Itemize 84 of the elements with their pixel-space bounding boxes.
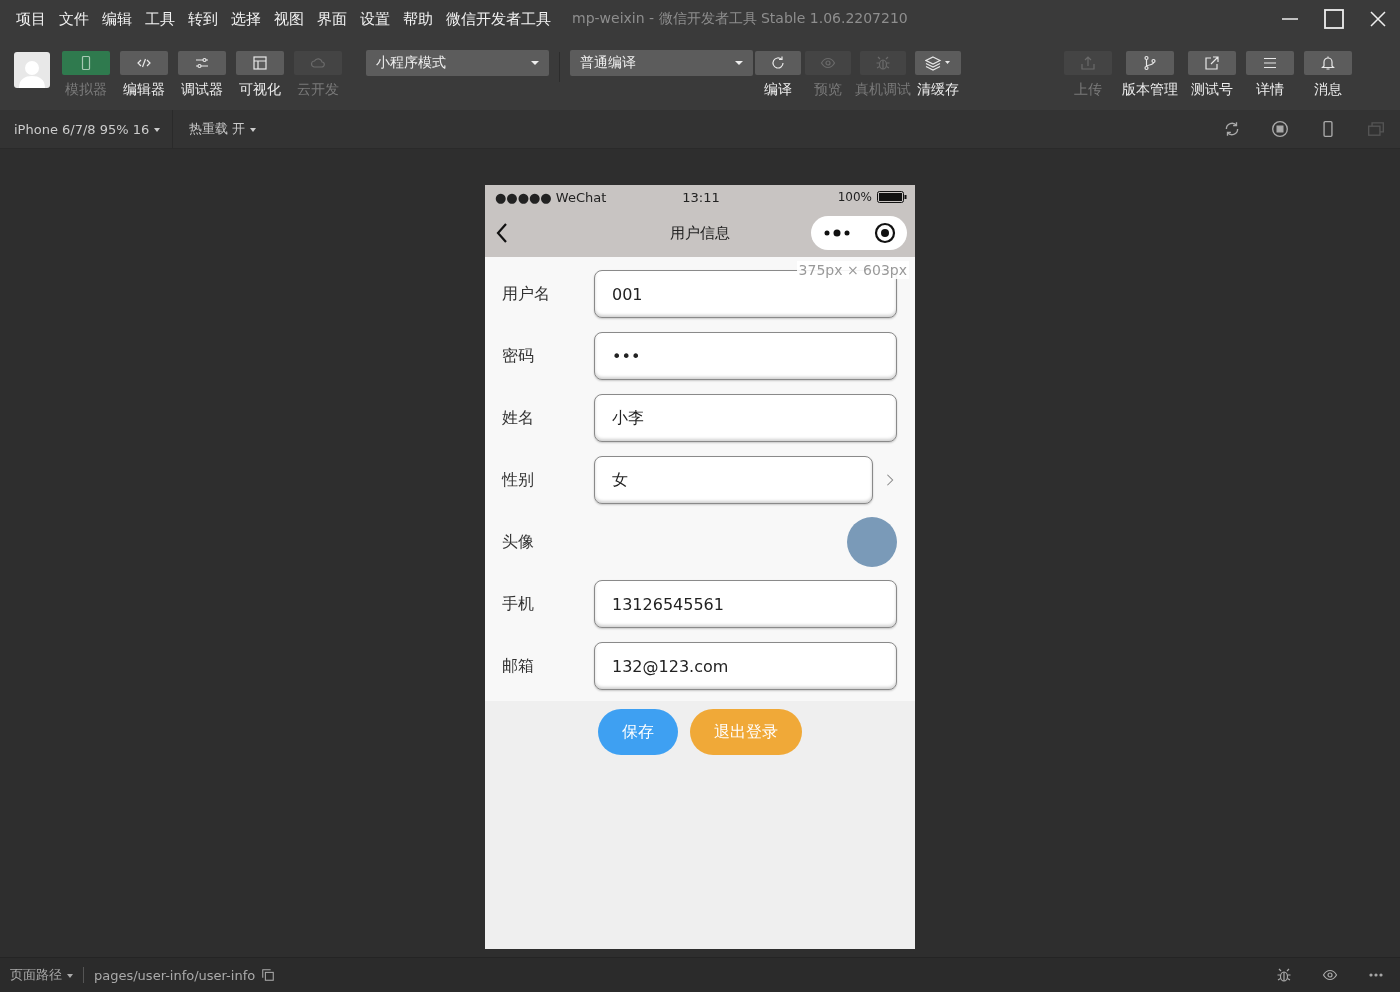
toolbar-label: 清缓存 [917,81,959,99]
toolbar-label: 云开发 [297,81,339,99]
toolbar-button[interactable] [178,51,226,75]
toolbar-button[interactable] [1304,51,1352,75]
page-path-dropdown[interactable]: 页面路径 [10,966,73,984]
refresh-icon [770,55,786,71]
toolbar-label: 测试号 [1191,81,1233,99]
toolbar-label: 版本管理 [1122,81,1178,99]
menu-item[interactable]: 视图 [274,9,304,29]
sliders-icon [194,55,210,71]
menu-item[interactable]: 转到 [188,9,218,29]
toolbar-label: 详情 [1256,81,1284,99]
more-icon[interactable] [822,229,851,237]
toolbar-button[interactable] [1126,51,1174,75]
bug-icon [1276,967,1292,983]
upload-icon [1080,55,1096,71]
close-icon[interactable] [1369,10,1387,28]
toolbar-label: 可视化 [239,81,281,99]
toolbar-label: 编辑器 [123,81,165,99]
menu-item[interactable]: 工具 [145,9,175,29]
field-label: 头像 [502,531,535,553]
menu-item[interactable]: 项目 [16,9,46,29]
toolbar-label: 模拟器 [65,81,107,99]
page-path: pages/user-info/user-info [94,967,256,983]
battery-text: 100% [837,190,872,204]
input-field[interactable]: 13126545561 [594,580,897,628]
menu-item[interactable]: 帮助 [403,9,433,29]
toolbar-label: 调试器 [181,81,223,99]
eye-icon [820,55,836,71]
eye-icon [1322,967,1338,983]
battery-icon [877,191,907,203]
capsule-button[interactable] [811,216,907,250]
cloud-icon [310,55,326,71]
stop-icon [1271,120,1289,138]
carrier-text: ●●●●● WeChat [495,189,608,205]
toolbar-label: 编译 [764,81,792,99]
field-label: 姓名 [502,407,535,429]
toolbar-label: 真机调试 [855,81,911,99]
input-field[interactable]: 132@123.com [594,642,897,690]
field-label: 密码 [502,345,535,367]
toolbar-button[interactable] [236,51,284,75]
clock-text: 13:11 [681,189,721,205]
toolbar-label: 预览 [814,81,842,99]
menu-item[interactable]: 编辑 [102,9,132,29]
toolbar-button[interactable] [915,51,961,75]
size-tooltip: 375px × 603px [796,261,909,279]
field-label: 用户名 [502,283,551,305]
windows-icon [1367,120,1385,138]
maximize-icon[interactable] [1324,9,1344,29]
toolbar-button[interactable] [1246,51,1294,75]
window-title: mp-weixin - 微信开发者工具 Stable 1.06.2207210 [572,10,908,28]
input-field[interactable]: ••• [594,332,897,380]
field-label: 手机 [502,593,535,615]
page-title: 用户信息 [669,223,731,243]
external-link-icon [1204,55,1220,71]
compile-dropdown[interactable]: 普通编译 [570,50,753,76]
branch-icon [1142,55,1158,71]
device-dropdown[interactable]: iPhone 6/7/8 95% 16 [14,110,174,148]
toolbar-button[interactable] [62,51,110,75]
menu-item[interactable]: 设置 [360,9,390,29]
menu-item[interactable]: 微信开发者工具 [446,9,551,29]
hot-reload-dropdown[interactable]: 热重载 开 [173,110,269,148]
rotate-icon [1223,120,1241,138]
bug-icon [875,55,891,71]
layout-icon [252,55,268,71]
toolbar-button[interactable] [120,51,168,75]
toolbar-button[interactable] [1188,51,1236,75]
back-icon[interactable] [495,222,509,244]
menu-item[interactable]: 文件 [59,9,89,29]
menu-item[interactable]: 选择 [231,9,261,29]
input-field[interactable]: 小李 [594,394,897,442]
bell-icon [1320,55,1336,71]
copy-icon [261,968,276,982]
close-target-icon[interactable] [873,222,896,244]
field-label: 邮箱 [502,655,535,677]
toolbar-button[interactable] [755,51,801,75]
menu-icon [1262,55,1278,71]
menu-item[interactable]: 界面 [317,9,347,29]
toolbar-label: 消息 [1314,81,1342,99]
field-label: 性别 [502,469,535,491]
avatar-photo[interactable] [847,517,897,567]
mode-dropdown[interactable]: 小程序模式 [366,50,549,76]
layers-icon [925,55,951,71]
picker-field[interactable]: 女 [594,456,873,504]
